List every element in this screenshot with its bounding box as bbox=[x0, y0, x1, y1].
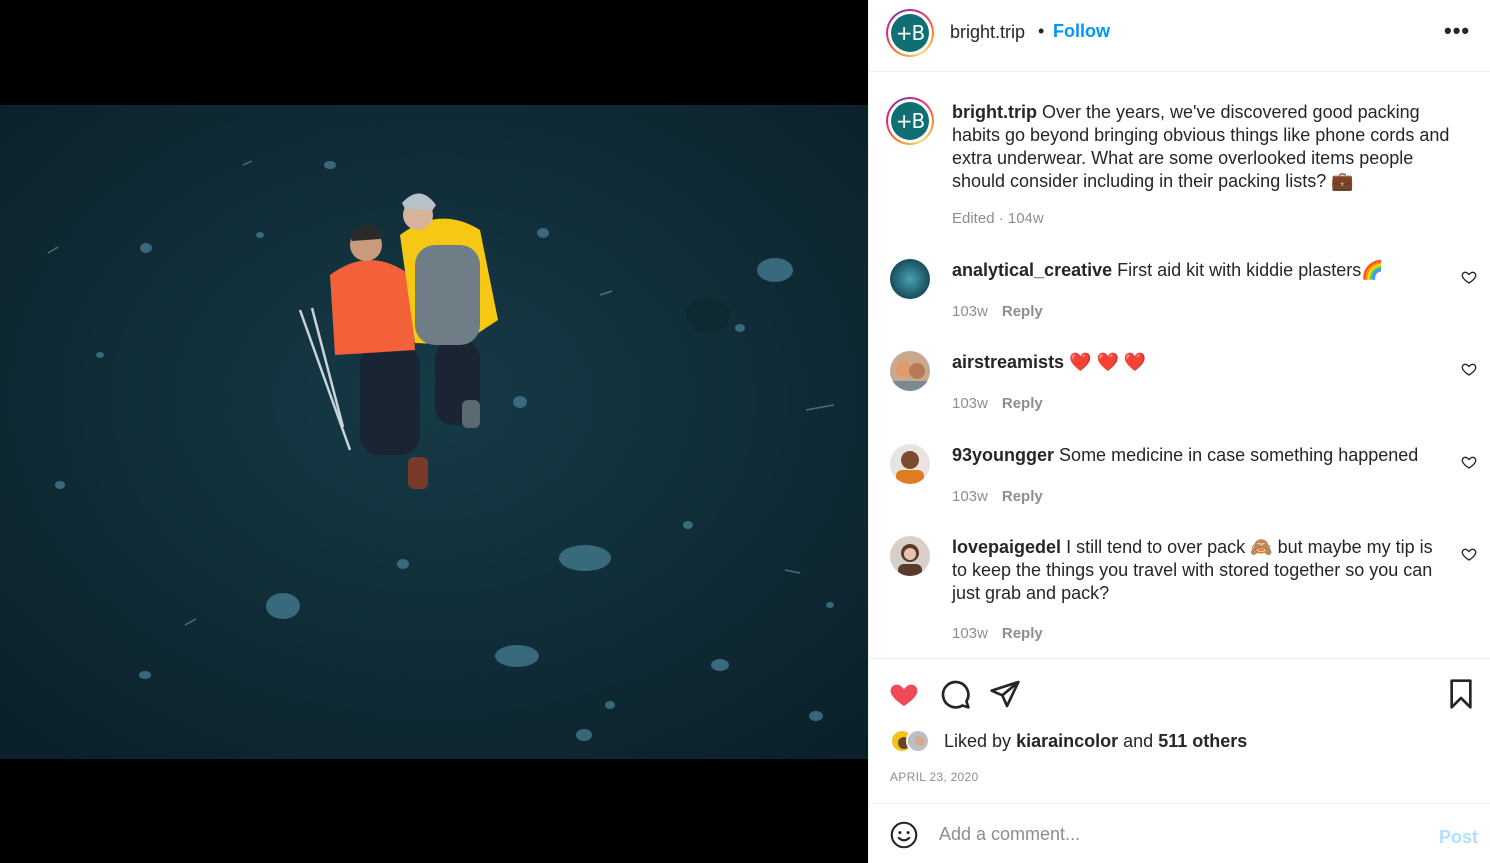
likes-summary: Liked by kiaraincolor and 511 others bbox=[944, 731, 1247, 752]
comment-body: airstreamists ❤️ ❤️ ❤️ bbox=[952, 351, 1442, 374]
commenter-avatar[interactable] bbox=[890, 259, 930, 299]
follow-button[interactable]: Follow bbox=[1053, 21, 1110, 42]
post-date[interactable]: APRIL 23, 2020 bbox=[890, 770, 978, 784]
reply-button[interactable]: Reply bbox=[1002, 303, 1043, 320]
liker-avatar bbox=[906, 729, 930, 753]
comment-text: ❤️ ❤️ ❤️ bbox=[1069, 352, 1147, 372]
share-paper-plane-icon[interactable] bbox=[989, 678, 1021, 710]
caption-body: bright.trip Over the years, we've discov… bbox=[952, 101, 1467, 193]
comment-username[interactable]: lovepaigedel bbox=[952, 537, 1061, 557]
comment-body: analytical_creative First aid kit with k… bbox=[952, 259, 1442, 282]
likes-joiner: and bbox=[1123, 731, 1154, 751]
comment-like-heart-icon[interactable] bbox=[1461, 546, 1477, 562]
comment-age: 103w bbox=[952, 625, 988, 642]
likes-prefix: Liked by bbox=[944, 731, 1012, 751]
photo-couple-on-black-sand bbox=[0, 105, 868, 759]
commenter-avatar[interactable] bbox=[890, 444, 930, 484]
post-media bbox=[0, 0, 868, 863]
comment-meta: 103w Reply bbox=[952, 303, 1043, 320]
post-header: +B bright.trip • Follow ••• bbox=[869, 0, 1490, 72]
comment-username[interactable]: analytical_creative bbox=[952, 260, 1112, 280]
comment-bubble-icon[interactable] bbox=[939, 678, 971, 710]
post-side-panel: +B bright.trip • Follow ••• +B bright.tr… bbox=[868, 0, 1490, 863]
comment-age: 103w bbox=[952, 488, 988, 505]
reply-button[interactable]: Reply bbox=[1002, 488, 1043, 505]
more-options-icon[interactable]: ••• bbox=[1444, 18, 1470, 44]
post-actions: Liked by kiaraincolor and 511 others APR… bbox=[869, 658, 1490, 803]
reply-button[interactable]: Reply bbox=[1002, 625, 1043, 642]
comment-input[interactable] bbox=[939, 820, 1409, 848]
comment-meta: 103w Reply bbox=[952, 488, 1043, 505]
likes-others-link[interactable]: 511 others bbox=[1158, 731, 1247, 751]
reply-button[interactable]: Reply bbox=[1002, 395, 1043, 412]
emoji-smiley-icon[interactable] bbox=[890, 821, 918, 849]
commenter-avatar[interactable] bbox=[890, 536, 930, 576]
separator-dot: • bbox=[1038, 21, 1045, 41]
post-comment-button[interactable]: Post bbox=[1439, 827, 1478, 848]
comment-text: Some medicine in case something happened bbox=[1059, 445, 1419, 465]
liker-username[interactable]: kiaraincolor bbox=[1016, 731, 1118, 751]
comment-meta: 103w Reply bbox=[952, 395, 1043, 412]
caption-username[interactable]: bright.trip bbox=[952, 102, 1037, 122]
caption-avatar[interactable]: +B bbox=[886, 97, 934, 145]
comment-username[interactable]: airstreamists bbox=[952, 352, 1064, 372]
brand-logo-icon: +B bbox=[891, 14, 929, 52]
brand-logo-icon: +B bbox=[891, 102, 929, 140]
comment-age: 103w bbox=[952, 395, 988, 412]
comment-username[interactable]: 93youngger bbox=[952, 445, 1054, 465]
account-avatar[interactable]: +B bbox=[886, 9, 934, 57]
commenter-avatar[interactable] bbox=[890, 351, 930, 391]
comment-age: 103w bbox=[952, 303, 988, 320]
account-username[interactable]: bright.trip bbox=[950, 22, 1025, 43]
comment-like-heart-icon[interactable] bbox=[1461, 454, 1477, 470]
add-comment-bar: Post bbox=[869, 803, 1490, 863]
caption-meta: Edited · 104w bbox=[952, 210, 1044, 227]
comment-body: lovepaigedel I still tend to over pack 🙈… bbox=[952, 536, 1442, 605]
liked-heart-icon[interactable] bbox=[888, 678, 920, 710]
comment-like-heart-icon[interactable] bbox=[1461, 269, 1477, 285]
comment-meta: 103w Reply bbox=[952, 625, 1043, 642]
comment-like-heart-icon[interactable] bbox=[1461, 361, 1477, 377]
comment-body: 93youngger Some medicine in case somethi… bbox=[952, 444, 1442, 467]
post-photo[interactable] bbox=[0, 105, 868, 759]
comment-text: First aid kit with kiddie plasters🌈 bbox=[1117, 260, 1384, 280]
save-bookmark-icon[interactable] bbox=[1445, 678, 1477, 710]
